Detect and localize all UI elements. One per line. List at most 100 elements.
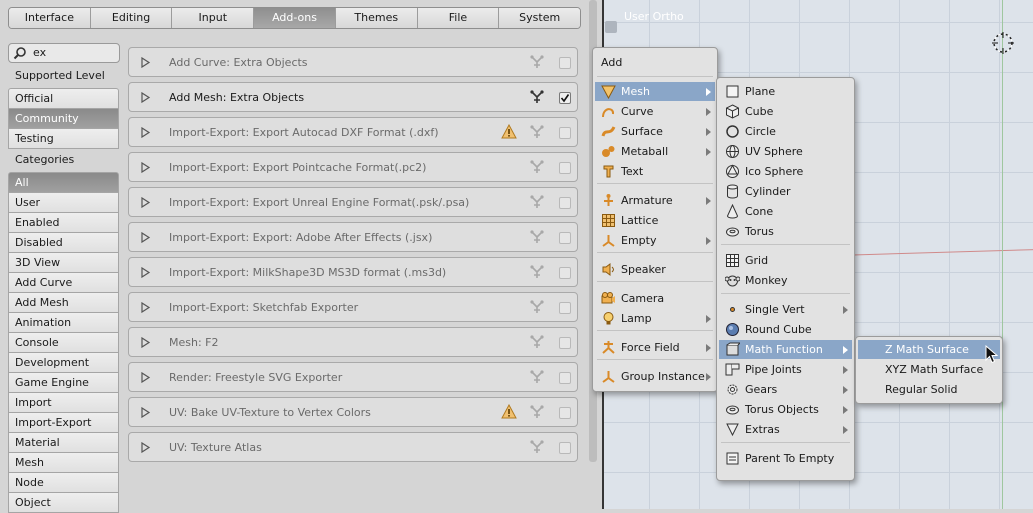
addon-row[interactable]: UV: Texture Atlas [128,432,578,462]
category-disabled[interactable]: Disabled [8,233,119,253]
addon-row[interactable]: Import-Export: Export Pointcache Format(… [128,152,578,182]
category-development[interactable]: Development [8,353,119,373]
category-node[interactable]: Node [8,473,119,493]
tab-input[interactable]: Input [172,8,255,28]
expand-triangle-icon[interactable] [141,302,151,313]
category-material[interactable]: Material [8,433,119,453]
mesh-menu-item-extras[interactable]: Extras [719,420,852,439]
enable-addon-checkbox[interactable] [559,57,571,69]
enable-addon-checkbox[interactable] [559,267,571,279]
enable-addon-checkbox[interactable] [559,407,571,419]
mesh-menu-item-cylinder[interactable]: Cylinder [719,182,852,201]
category-import[interactable]: Import [8,393,119,413]
mesh-menu-item-torus[interactable]: Torus [719,222,852,241]
add-menu-item-metaball[interactable]: Metaball [595,142,715,161]
mesh-menu-item-cube[interactable]: Cube [719,102,852,121]
add-menu-item-camera[interactable]: Camera [595,289,715,308]
mesh-menu-item-pipe-joints[interactable]: Pipe Joints [719,360,852,379]
addon-row[interactable]: Add Mesh: Extra Objects [128,82,578,112]
enable-addon-checkbox[interactable] [559,232,571,244]
mesh-menu-item-single-vert[interactable]: Single Vert [719,300,852,319]
mesh-menu-item-grid[interactable]: Grid [719,251,852,270]
3d-cursor-icon[interactable] [991,31,1015,55]
add-menu-item-empty[interactable]: Empty [595,231,715,250]
level-testing[interactable]: Testing [8,129,119,149]
add-menu-item-mesh[interactable]: Mesh [595,82,715,101]
addon-row[interactable]: Import-Export: Sketchfab Exporter [128,292,578,322]
add-menu-item-surface[interactable]: Surface [595,122,715,141]
addon-row[interactable]: UV: Bake UV-Texture to Vertex Colors [128,397,578,427]
viewport-toolbar-toggle[interactable] [605,21,617,33]
addon-row[interactable]: Import-Export: Export Autocad DXF Format… [128,117,578,147]
enable-addon-checkbox[interactable] [559,162,571,174]
tab-system[interactable]: System [499,8,580,28]
add-menu-item-armature[interactable]: Armature [595,191,715,210]
category-user[interactable]: User [8,193,119,213]
category-all[interactable]: All [8,172,119,193]
addon-search-input[interactable]: ex [8,43,120,63]
expand-triangle-icon[interactable] [141,92,151,103]
enable-addon-checkbox[interactable] [559,127,571,139]
math-menu-item-z-math-surface[interactable]: Z Math Surface [858,340,1000,359]
category-mesh[interactable]: Mesh [8,453,119,473]
mesh-menu-item-ico-sphere[interactable]: Ico Sphere [719,162,852,181]
addon-row[interactable]: Import-Export: Export: Adobe After Effec… [128,222,578,252]
add-menu-item-speaker[interactable]: Speaker [595,260,715,279]
category-game-engine[interactable]: Game Engine [8,373,119,393]
tab-editing[interactable]: Editing [90,8,173,28]
mesh-menu-item-circle[interactable]: Circle [719,122,852,141]
addon-row[interactable]: Add Curve: Extra Objects [128,47,578,77]
math-menu-item-xyz-math-surface[interactable]: XYZ Math Surface [858,360,1000,379]
addon-row[interactable]: Import-Export: MilkShape3D MS3D format (… [128,257,578,287]
mesh-menu-item-plane[interactable]: Plane [719,82,852,101]
expand-triangle-icon[interactable] [141,407,151,418]
category-add-mesh[interactable]: Add Mesh [8,293,119,313]
mesh-menu-item-round-cube[interactable]: Round Cube [719,320,852,339]
category-add-curve[interactable]: Add Curve [8,273,119,293]
add-menu-item-curve[interactable]: Curve [595,102,715,121]
expand-triangle-icon[interactable] [141,232,151,243]
category-animation[interactable]: Animation [8,313,119,333]
enable-addon-checkbox[interactable] [559,197,571,209]
level-official[interactable]: Official [8,88,119,109]
enable-addon-checkbox[interactable] [559,302,571,314]
mesh-menu-item-monkey[interactable]: Monkey [719,271,852,290]
math-menu-item-regular-solid[interactable]: Regular Solid [858,380,1000,399]
expand-triangle-icon[interactable] [141,372,151,383]
tab-file[interactable]: File [417,8,500,28]
add-menu-item-force-field[interactable]: Force Field [595,338,715,357]
expand-triangle-icon[interactable] [141,127,151,138]
expand-triangle-icon[interactable] [141,197,151,208]
addon-row[interactable]: Render: Freestyle SVG Exporter [128,362,578,392]
category-enabled[interactable]: Enabled [8,213,119,233]
mesh-menu-item-math-function[interactable]: Math Function [719,340,852,359]
mesh-menu-item-torus-objects[interactable]: Torus Objects [719,400,852,419]
expand-triangle-icon[interactable] [141,337,151,348]
category-3d-view[interactable]: 3D View [8,253,119,273]
expand-triangle-icon[interactable] [141,57,151,68]
addon-row[interactable]: Import-Export: Export Unreal Engine Form… [128,187,578,217]
mesh-menu-item-parent-to-empty[interactable]: Parent To Empty [719,449,852,468]
tab-interface[interactable]: Interface [9,8,91,28]
add-menu-item-text[interactable]: Text [595,162,715,181]
tab-add-ons[interactable]: Add-ons [254,8,336,28]
category-console[interactable]: Console [8,333,119,353]
add-menu-item-lamp[interactable]: Lamp [595,309,715,328]
mesh-menu-item-gears[interactable]: Gears [719,380,852,399]
mesh-menu-item-uv-sphere[interactable]: UV Sphere [719,142,852,161]
level-community[interactable]: Community [8,109,119,129]
category-object[interactable]: Object [8,493,119,513]
expand-triangle-icon[interactable] [141,267,151,278]
enable-addon-checkbox[interactable] [559,372,571,384]
category-import-export[interactable]: Import-Export [8,413,119,433]
enable-addon-checkbox[interactable] [559,337,571,349]
expand-triangle-icon[interactable] [141,442,151,453]
add-menu-item-lattice[interactable]: Lattice [595,211,715,230]
mesh-menu-item-cone[interactable]: Cone [719,202,852,221]
enable-addon-checkbox[interactable] [559,92,571,104]
add-menu-item-group-instance[interactable]: Group Instance [595,367,715,386]
enable-addon-checkbox[interactable] [559,442,571,454]
addon-row[interactable]: Mesh: F2 [128,327,578,357]
expand-triangle-icon[interactable] [141,162,151,173]
tab-themes[interactable]: Themes [335,8,418,28]
